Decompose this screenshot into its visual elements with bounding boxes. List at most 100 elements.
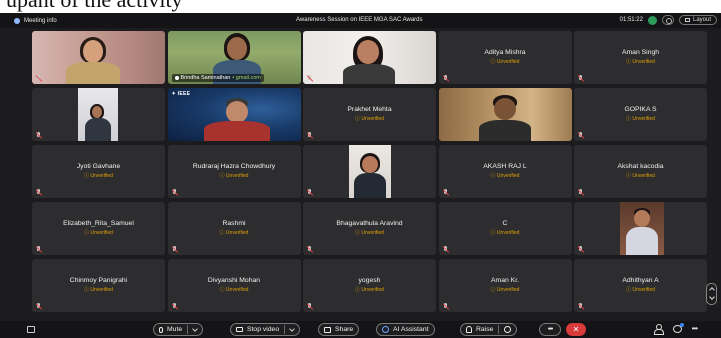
unverified-badge: ⓘ Unverified	[490, 230, 520, 236]
participant-tile[interactable]: Elizabeth_Rita_Samuel ⓘ Unverified	[32, 202, 165, 255]
participant-tile-video-6[interactable]	[32, 88, 165, 141]
participant-grid: Brindha Saminathan • gmail.com Aditya Mi…	[32, 31, 707, 315]
gallery-scroll-control[interactable]	[706, 283, 717, 305]
participant-tile-brindha[interactable]: Brindha Saminathan • gmail.com	[167, 31, 301, 84]
participant-tile[interactable]: Prakhet Mehta ⓘ Unverified	[303, 88, 436, 141]
more-panels-icon[interactable]: •••	[692, 324, 698, 333]
participant-name: GOPIKA S	[624, 106, 657, 113]
participant-tile[interactable]: Jyoti Gavhane ⓘ Unverified	[32, 145, 165, 198]
participant-tile[interactable]: Aman Singh ⓘ Unverified	[574, 31, 707, 84]
recording-indicator-icon	[647, 15, 657, 25]
meeting-timer: 01:51:22	[619, 17, 643, 23]
share-label: Share	[335, 326, 354, 333]
chat-icon[interactable]	[672, 322, 684, 333]
participant-tile-video-1[interactable]	[32, 31, 165, 84]
close-icon: ✕	[572, 325, 580, 334]
unverified-badge: ⓘ Unverified	[355, 287, 384, 293]
raise-label: Raise	[476, 326, 494, 333]
muted-mic-icon	[307, 246, 313, 252]
participant-tile[interactable]: C ⓘ Unverified	[438, 202, 572, 255]
layout-label: Layout	[692, 17, 711, 23]
muted-mic-icon	[36, 303, 42, 309]
unverified-badge: ⓘ Unverified	[84, 287, 113, 293]
participant-name: Divyanshi Mohan	[207, 277, 261, 284]
muted-mic-icon	[578, 75, 584, 81]
participant-tile[interactable]: yogesh ⓘ Unverified	[303, 259, 436, 312]
participant-tile-video-9[interactable]	[438, 88, 572, 141]
ieee-logo: ✦ IEEE	[171, 91, 191, 97]
participant-tile-video-13[interactable]	[303, 145, 436, 198]
unverified-badge: ⓘ Unverified	[490, 173, 520, 179]
participant-tile-video-3[interactable]	[303, 31, 436, 84]
muted-mic-icon	[172, 189, 178, 195]
reactions-icon[interactable]	[504, 326, 512, 333]
unverified-badge: ⓘ Unverified	[626, 59, 655, 65]
unverified-badge: ⓘ Unverified	[490, 287, 520, 293]
muted-mic-icon	[443, 303, 449, 309]
muted-mic-icon	[443, 246, 449, 252]
more-options-button[interactable]: •••	[539, 323, 561, 336]
layout-button[interactable]: Layout	[678, 15, 717, 25]
unverified-badge: ⓘ Unverified	[355, 230, 384, 236]
participant-name: Brindha Saminathan	[180, 75, 231, 81]
microphone-icon	[159, 326, 163, 333]
muted-mic-icon	[307, 132, 313, 138]
participant-tile[interactable]: Aditya Mishra ⓘ Unverified	[438, 31, 572, 84]
participant-tile[interactable]: Adhithyan A ⓘ Unverified	[574, 259, 707, 312]
participant-tile-video-20[interactable]	[574, 202, 707, 255]
participant-name: yogesh	[358, 277, 381, 284]
muted-mic-icon	[172, 303, 178, 309]
participant-name: Elizabeth_Rita_Samuel	[63, 220, 134, 227]
ai-assistant-button[interactable]: AI Assistant	[376, 323, 435, 336]
muted-mic-icon	[443, 189, 449, 195]
stop-video-button[interactable]: Stop video	[230, 323, 301, 336]
participant-name: AKASH RAJ L	[483, 163, 527, 170]
mute-button[interactable]: Mute	[153, 323, 204, 336]
participant-name: Prakhet Mehta	[347, 106, 392, 113]
participant-name: Rudraraj Hazra Chowdhury	[192, 163, 276, 170]
unverified-badge: ⓘ Unverified	[490, 59, 520, 65]
participant-tile[interactable]: Rashmi ⓘ Unverified	[167, 202, 301, 255]
share-button[interactable]: Share	[318, 323, 360, 336]
meeting-window: Meeting info Awareness Session on IEEE M…	[0, 13, 721, 338]
chevron-down-icon[interactable]	[289, 325, 295, 332]
mute-label: Mute	[167, 326, 183, 333]
participant-nameplate: Brindha Saminathan • gmail.com	[171, 74, 264, 82]
chevron-down-icon[interactable]	[709, 294, 715, 300]
muted-mic-icon	[578, 303, 584, 309]
raise-hand-button[interactable]: Raise	[460, 323, 518, 336]
chevron-up-icon[interactable]	[709, 287, 715, 293]
participant-tile[interactable]: GOPIKA S ⓘ Unverified	[574, 88, 707, 141]
caption-text: upant of the activity	[6, 0, 183, 12]
muted-mic-icon	[36, 132, 42, 138]
unverified-badge: ⓘ Unverified	[355, 116, 384, 122]
participant-tile[interactable]: Akshat kacodia ⓘ Unverified	[574, 145, 707, 198]
grid-icon	[684, 18, 690, 22]
meeting-toolbar: Mute Stop video Share AI Assistant Raise…	[0, 321, 721, 338]
participants-icon[interactable]	[653, 324, 664, 335]
participant-tile-ieee[interactable]: ✦ IEEE	[167, 88, 301, 141]
muted-mic-icon	[443, 75, 449, 81]
unverified-badge: ⓘ Unverified	[84, 230, 113, 236]
leave-meeting-button[interactable]: ✕	[566, 323, 586, 336]
participant-tile[interactable]: Bhagavathula Aravind ⓘ Unverified	[303, 202, 436, 255]
participant-name: Rashmi	[222, 220, 246, 227]
ai-assistant-label: AI Assistant	[393, 326, 429, 333]
participant-tile[interactable]: Chinmoy Panigrahi ⓘ Unverified	[32, 259, 165, 312]
meeting-info-button[interactable]: Meeting info	[14, 17, 57, 24]
caption-strip: upant of the activity	[0, 0, 721, 13]
participant-tile[interactable]: Aman Kr. ⓘ Unverified	[438, 259, 572, 312]
unverified-badge: ⓘ Unverified	[626, 287, 655, 293]
hand-icon	[466, 326, 472, 333]
participant-tile[interactable]: Divyanshi Mohan ⓘ Unverified	[167, 259, 301, 312]
muted-mic-icon	[578, 189, 584, 195]
chevron-down-icon[interactable]	[192, 325, 198, 332]
participant-tile[interactable]: Rudraraj Hazra Chowdhury ⓘ Unverified	[167, 145, 301, 198]
participant-name: Akshat kacodia	[617, 163, 664, 170]
participant-tile[interactable]: AKASH RAJ L ⓘ Unverified	[438, 145, 572, 198]
captions-icon[interactable]	[27, 326, 35, 333]
search-icon[interactable]	[661, 15, 674, 25]
unverified-badge: ⓘ Unverified	[626, 116, 655, 122]
muted-mic-icon	[36, 246, 42, 252]
muted-mic-icon	[36, 189, 42, 195]
